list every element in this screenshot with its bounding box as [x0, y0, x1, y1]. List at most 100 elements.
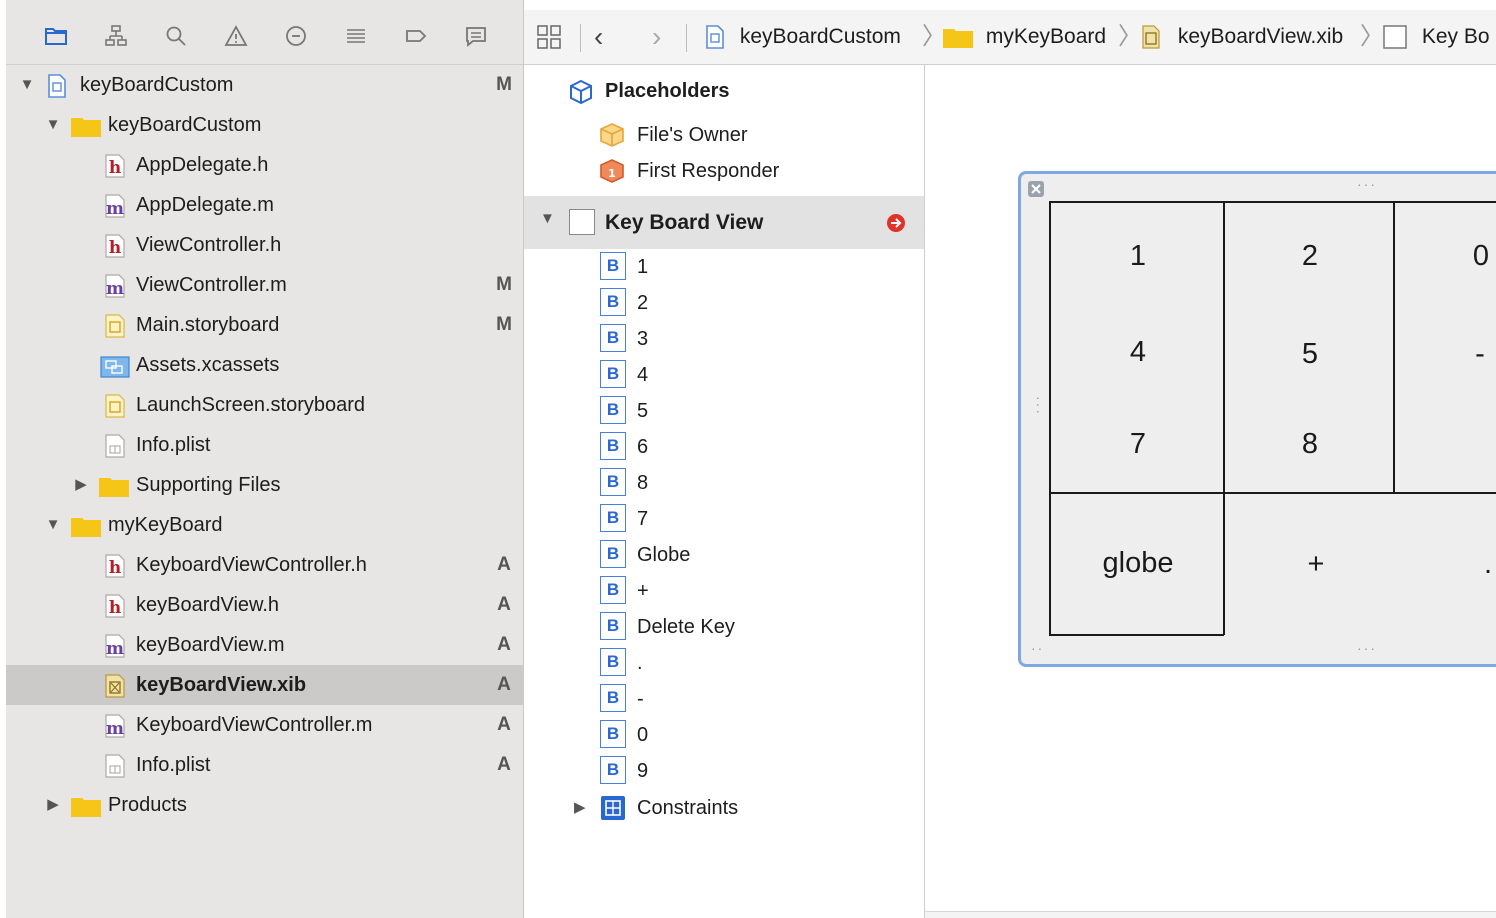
button-label: 3 — [637, 328, 649, 350]
first-responder-label: First Responder — [637, 160, 780, 182]
outline-button-item[interactable]: B. — [524, 645, 924, 681]
tree-item-file[interactable]: m AppDelegate.m — [6, 185, 523, 225]
tree-item-label: keyBoardCustom — [108, 114, 262, 136]
resize-handle-corner[interactable]: ·· — [1031, 640, 1044, 656]
breadcrumb-project[interactable]: keyBoardCustom — [704, 10, 901, 64]
placeholders-section[interactable]: Placeholders — [524, 73, 924, 109]
tree-item-file[interactable]: h KeyboardViewController.h A — [6, 545, 523, 585]
outline-button-item[interactable]: B5 — [524, 393, 924, 429]
outline-button-item[interactable]: B6 — [524, 429, 924, 465]
view-icon — [569, 209, 595, 235]
outline-button-item[interactable]: B8 — [524, 465, 924, 501]
outline-item-first-responder[interactable]: 1 First Responder — [524, 153, 924, 189]
folder-icon[interactable] — [42, 22, 70, 50]
breadcrumb-folder[interactable]: myKeyBoard — [942, 10, 1106, 64]
outline-button-item[interactable]: B7 — [524, 501, 924, 537]
outline-button-item[interactable]: B3 — [524, 321, 924, 357]
button-glyph-icon: B — [600, 684, 626, 712]
placeholders-title: Placeholders — [605, 80, 730, 102]
tree-item-file[interactable]: h AppDelegate.h — [6, 145, 523, 185]
forward-arrow-icon[interactable]: › — [652, 10, 661, 64]
tree-item-file-selected[interactable]: keyBoardView.xib A — [6, 665, 523, 705]
outline-constraints-item[interactable]: ▶ Constraints — [524, 790, 924, 826]
warning-arrow-icon[interactable] — [886, 213, 906, 233]
disclosure-closed-icon[interactable]: ▶ — [44, 785, 62, 825]
tree-item-file[interactable]: Assets.xcassets — [6, 345, 523, 385]
resize-handle-bottom[interactable]: ··· — [1357, 640, 1377, 656]
tree-item-label: keyBoardCustom — [80, 74, 234, 96]
tree-item-file[interactable]: h keyBoardView.h A — [6, 585, 523, 625]
key-button-5[interactable]: 5 — [1290, 338, 1330, 371]
tree-item-file[interactable]: Main.storyboard M — [6, 305, 523, 345]
resize-handle-left[interactable]: ··· — [1031, 396, 1047, 416]
button-label: . — [637, 652, 643, 674]
outline-button-item[interactable]: B1 — [524, 249, 924, 285]
outline-button-item[interactable]: B4 — [524, 357, 924, 393]
tree-item-folder[interactable]: ▶ Supporting Files — [6, 465, 523, 505]
divider — [580, 24, 581, 52]
resize-handle-top[interactable]: ··· — [1357, 176, 1377, 192]
navigator-toolbar — [6, 10, 523, 65]
tag-icon[interactable] — [402, 22, 430, 50]
disclosure-open-icon[interactable]: ▼ — [44, 105, 62, 145]
breadcrumb-view[interactable]: Key Bo — [1382, 10, 1490, 64]
tree-item-label: KeyboardViewController.m — [136, 714, 373, 736]
key-button-dot[interactable]: . — [1480, 548, 1496, 581]
tree-item-file[interactable]: Info.plist — [6, 425, 523, 465]
disclosure-closed-icon[interactable]: ▶ — [72, 465, 90, 505]
disclosure-open-icon[interactable]: ▼ — [18, 65, 36, 105]
key-button-2[interactable]: 2 — [1290, 240, 1330, 273]
comment-icon[interactable] — [462, 22, 490, 50]
close-icon[interactable] — [1027, 180, 1045, 198]
outline-button-item[interactable]: B- — [524, 681, 924, 717]
hierarchy-icon[interactable] — [102, 22, 130, 50]
button-label: 5 — [637, 400, 649, 422]
tree-item-file[interactable]: m keyBoardView.m A — [6, 625, 523, 665]
outline-button-item[interactable]: B0 — [524, 717, 924, 753]
tree-item-file[interactable]: m KeyboardViewController.m A — [6, 705, 523, 745]
key-button-minus[interactable]: - — [1464, 338, 1496, 371]
tree-item-folder[interactable]: ▼ keyBoardCustom — [6, 105, 523, 145]
outline-button-item[interactable]: B Delete Key — [524, 609, 924, 645]
key-board-view-row[interactable]: ▼ Key Board View — [524, 196, 924, 249]
tree-item-folder[interactable]: ▶ Products — [6, 785, 523, 825]
key-button-1[interactable]: 1 — [1118, 240, 1158, 273]
search-icon[interactable] — [162, 22, 190, 50]
outline-button-item[interactable]: B Globe — [524, 537, 924, 573]
breakpoint-diamond-icon[interactable] — [282, 22, 310, 50]
key-button-globe[interactable]: globe — [1080, 547, 1196, 580]
assets-catalog-icon — [100, 356, 130, 378]
outline-button-item[interactable]: B + — [524, 573, 924, 609]
button-label: 2 — [637, 292, 649, 314]
button-glyph-icon: B — [600, 648, 626, 676]
tree-item-file[interactable]: m ViewController.m M — [6, 265, 523, 305]
key-button-0[interactable]: 0 — [1461, 240, 1496, 273]
tree-item-folder[interactable]: ▼ myKeyBoard — [6, 505, 523, 545]
disclosure-open-icon[interactable]: ▼ — [540, 210, 555, 227]
status-badge: A — [497, 674, 511, 695]
back-arrow-icon[interactable]: ‹ — [594, 10, 603, 64]
key-button-8[interactable]: 8 — [1290, 428, 1330, 461]
key-button-7[interactable]: 7 — [1118, 428, 1158, 461]
tree-item-file[interactable]: LaunchScreen.storyboard — [6, 385, 523, 425]
outline-button-item[interactable]: B2 — [524, 285, 924, 321]
tree-item-file[interactable]: h ViewController.h — [6, 225, 523, 265]
key-button-plus[interactable]: + — [1296, 548, 1336, 581]
disclosure-closed-icon[interactable]: ▶ — [574, 790, 586, 826]
button-glyph-icon: B — [600, 720, 626, 748]
disclosure-open-icon[interactable]: ▼ — [44, 505, 62, 545]
document-outline: Placeholders File's Owner 1 First Respon… — [524, 65, 925, 918]
tree-item-project[interactable]: ▼ keyBoardCustom M — [6, 65, 523, 105]
warning-icon[interactable] — [222, 22, 250, 50]
outline-button-item[interactable]: B9 — [524, 753, 924, 789]
key-button-4[interactable]: 4 — [1118, 336, 1158, 369]
outline-item-files-owner[interactable]: File's Owner — [524, 117, 924, 153]
tree-item-file[interactable]: Info.plist A — [6, 745, 523, 785]
breadcrumb-file[interactable]: keyBoardView.xib — [1140, 10, 1343, 64]
button-glyph-icon: B — [600, 612, 626, 640]
related-items-icon[interactable] — [536, 10, 562, 64]
button-glyph-icon: B — [600, 360, 626, 388]
tree-item-label: Assets.xcassets — [136, 354, 280, 376]
list-icon[interactable] — [342, 22, 370, 50]
keyboard-view-frame[interactable]: ··· ··· ··· ·· — [1018, 171, 1496, 667]
